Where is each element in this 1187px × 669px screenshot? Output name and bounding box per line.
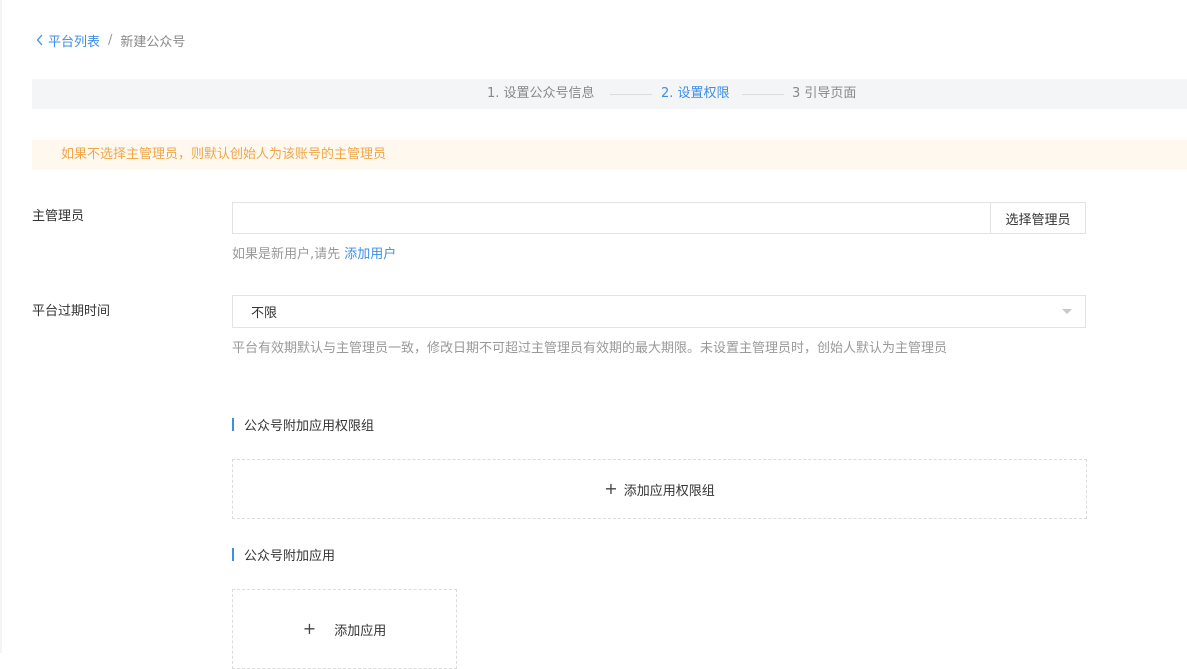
warning-alert-text: 如果不选择主管理员，则默认创始人为该账号的主管理员 <box>61 147 387 162</box>
add-app-button[interactable]: + 添加应用 <box>232 589 457 669</box>
warning-alert: 如果不选择主管理员，则默认创始人为该账号的主管理员 <box>32 140 1187 170</box>
admin-label: 主管理员 <box>32 209 85 224</box>
step-2[interactable]: 2. 设置权限 <box>661 86 730 102</box>
section-accent-bar <box>232 547 234 561</box>
steps-bar: 1. 设置公众号信息 2. 设置权限 3 引导页面 <box>32 79 1187 109</box>
chevron-left-icon <box>36 34 43 46</box>
add-user-link[interactable]: 添加用户 <box>344 247 396 262</box>
apps-title: 公众号附加应用 <box>244 548 336 564</box>
section-accent-bar <box>232 417 234 431</box>
breadcrumb-separator: / <box>108 32 113 48</box>
step-3[interactable]: 3 引导页面 <box>792 86 856 102</box>
page-left-border <box>0 0 2 653</box>
admin-hint-text: 如果是新用户,请先 <box>232 247 341 262</box>
expiry-hint: 平台有效期默认与主管理员一致，修改日期不可超过主管理员有效期的最大期限。未设置主… <box>232 341 948 356</box>
admin-input[interactable] <box>233 203 990 233</box>
add-app-label: 添加应用 <box>334 623 387 639</box>
perm-groups-title: 公众号附加应用权限组 <box>244 418 375 434</box>
select-admin-button[interactable]: 选择管理员 <box>990 203 1085 233</box>
add-perm-group-button[interactable]: + 添加应用权限组 <box>232 459 1087 519</box>
expiry-select-value: 不限 <box>251 306 278 321</box>
breadcrumb-back-label[interactable]: 平台列表 <box>48 31 100 50</box>
expiry-select[interactable]: 不限 <box>232 295 1086 328</box>
perm-groups-section-title: 公众号附加应用权限组 <box>232 416 375 434</box>
step-connector-1 <box>610 94 652 95</box>
admin-hint: 如果是新用户,请先 添加用户 <box>232 247 396 263</box>
breadcrumb: 平台列表 / 新建公众号 <box>36 31 186 50</box>
plus-icon: + <box>604 479 618 498</box>
add-perm-group-label: 添加应用权限组 <box>623 483 715 499</box>
step-connector-2 <box>742 94 784 95</box>
expiry-label: 平台过期时间 <box>32 304 111 319</box>
caret-down-icon <box>1062 309 1072 314</box>
admin-input-group: 选择管理员 <box>232 202 1086 234</box>
apps-section-title: 公众号附加应用 <box>232 546 336 564</box>
plus-icon: + <box>302 619 317 638</box>
step-1[interactable]: 1. 设置公众号信息 <box>487 86 595 102</box>
breadcrumb-current: 新建公众号 <box>120 34 186 50</box>
breadcrumb-back-link[interactable]: 平台列表 <box>36 31 100 50</box>
